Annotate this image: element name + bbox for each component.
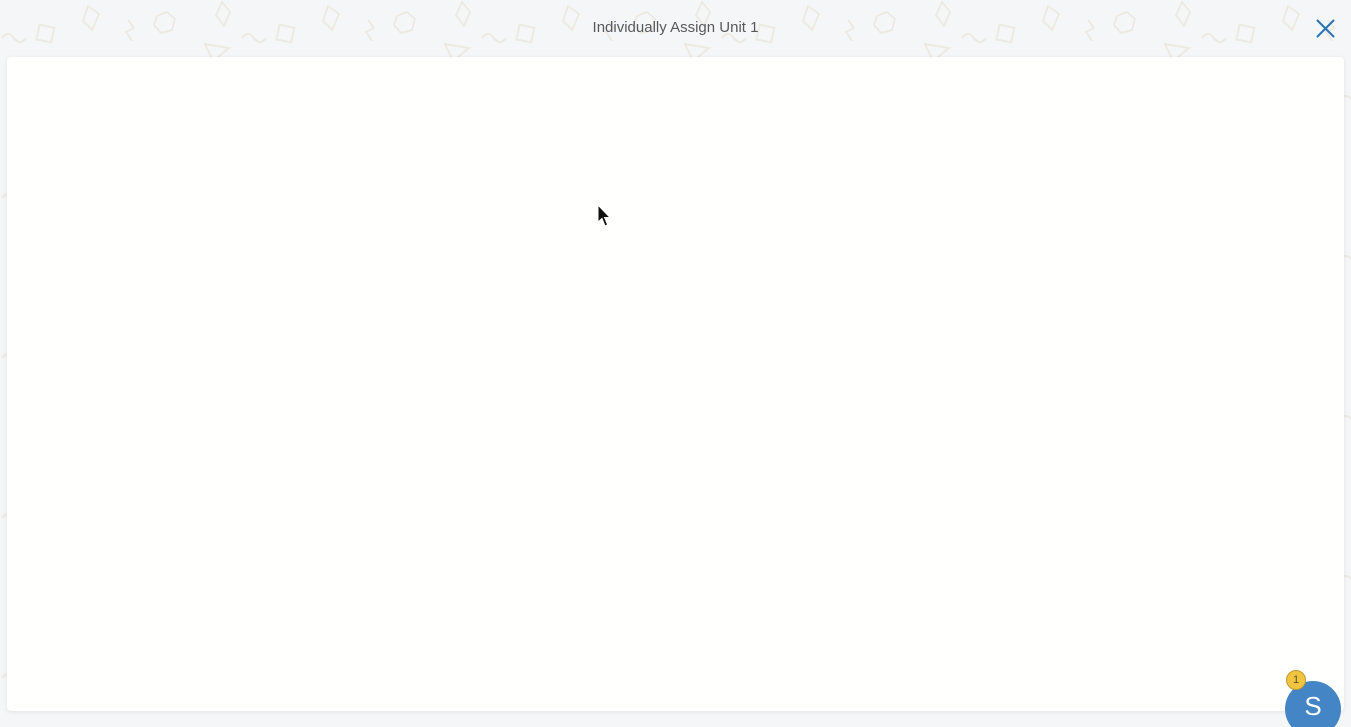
avatar-initial: S	[1304, 691, 1321, 727]
close-button[interactable]	[1312, 15, 1338, 41]
assign-dialog-page: Individually Assign Unit 1 Select Studen…	[0, 0, 1351, 727]
dialog-card	[7, 57, 1344, 711]
dialog-header: Individually Assign Unit 1	[0, 0, 1351, 57]
notification-badge[interactable]: 1	[1286, 670, 1306, 690]
mouse-cursor	[597, 205, 613, 229]
dialog-title: Individually Assign Unit 1	[0, 19, 1351, 36]
close-icon	[1316, 19, 1335, 38]
